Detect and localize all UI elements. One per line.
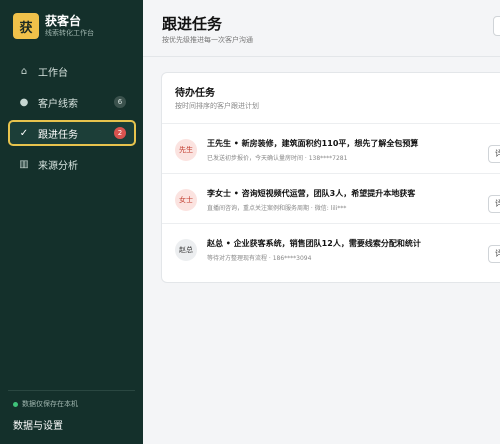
avatar: 赵总 <box>175 239 197 261</box>
followup-count-badge: 2 <box>114 127 126 139</box>
card-subtitle: 按时间排序的客户跟进计划 <box>175 102 259 110</box>
sidebar-item-followup[interactable]: ✓ 跟进任务 2 <box>8 120 136 146</box>
brand-name: 获客台 <box>45 13 82 28</box>
task-row[interactable]: 女士 李女士 • 咨询短视频代运营，团队3人，希望提升本地获客 直播间咨询，重点… <box>162 173 500 223</box>
task-title: 王先生 • 新房装修，建筑面积约110平，想先了解全包预算 <box>207 139 419 148</box>
brand-logo: 获 <box>13 13 39 39</box>
sidebar-nav: ⌂ 工作台 ● 客户线索 6 ✓ 跟进任务 2 ▥ 来源分析 <box>8 58 136 182</box>
header-divider <box>143 56 500 57</box>
sidebar-item-label: 工作台 <box>38 67 68 79</box>
sidebar-item-label: 来源分析 <box>38 160 78 172</box>
avatar: 女士 <box>175 189 197 211</box>
local-storage-status: 数据仅保存在本机 <box>13 399 78 409</box>
bars-icon: ▥ <box>19 158 29 170</box>
task-detail-button[interactable]: 详 <box>488 145 500 163</box>
page-title: 跟进任务 <box>162 15 223 33</box>
sidebar-item-label: 客户线索 <box>38 98 78 110</box>
dot-icon: ● <box>19 96 29 108</box>
avatar: 先生 <box>175 139 197 161</box>
task-meta: 直播间咨询，重点关注案例和服务周期 · 微信: lili*** <box>207 205 347 212</box>
sidebar-item-dashboard[interactable]: ⌂ 工作台 <box>8 58 136 84</box>
header-action-button[interactable] <box>493 16 500 36</box>
sidebar-item-label: 跟进任务 <box>38 129 78 141</box>
task-detail-button[interactable]: 详 <box>488 245 500 263</box>
task-row[interactable]: 先生 王先生 • 新房装修，建筑面积约110平，想先了解全包预算 已发送初步报价… <box>162 123 500 173</box>
sidebar-item-source-analysis[interactable]: ▥ 来源分析 <box>8 151 136 177</box>
status-text: 数据仅保存在本机 <box>22 400 78 408</box>
status-dot-icon <box>13 401 18 407</box>
card-title: 待办任务 <box>175 88 215 99</box>
brand-subtitle: 线索转化工作台 <box>45 28 94 37</box>
leads-count-badge: 6 <box>114 96 126 108</box>
page-subtitle: 按优先级推进每一次客户沟通 <box>162 36 253 44</box>
sidebar-item-leads[interactable]: ● 客户线索 6 <box>8 89 136 115</box>
todo-card: 待办任务 按时间排序的客户跟进计划 先生 王先生 • 新房装修，建筑面积约110… <box>161 72 500 283</box>
task-title: 李女士 • 咨询短视频代运营，团队3人，希望提升本地获客 <box>207 189 416 198</box>
task-detail-button[interactable]: 详 <box>488 195 500 213</box>
sidebar-divider <box>8 390 135 391</box>
task-row[interactable]: 赵总 赵总 • 企业获客系统，销售团队12人，需要线索分配和统计 等待对方整理现… <box>162 223 500 273</box>
task-meta: 已发送初步报价，今天确认量房时间 · 138****7281 <box>207 155 348 162</box>
task-meta: 等待对方整理现有流程 · 186****3094 <box>207 255 312 262</box>
data-settings-link[interactable]: 数据与设置 <box>13 417 63 432</box>
check-icon: ✓ <box>19 127 29 139</box>
home-icon: ⌂ <box>20 65 28 77</box>
task-title: 赵总 • 企业获客系统，销售团队12人，需要线索分配和统计 <box>207 239 421 248</box>
sidebar: 获 获客台 线索转化工作台 ⌂ 工作台 ● 客户线索 6 ✓ 跟进任务 2 ▥ … <box>0 0 143 444</box>
brand[interactable]: 获 获客台 线索转化工作台 <box>13 13 94 39</box>
